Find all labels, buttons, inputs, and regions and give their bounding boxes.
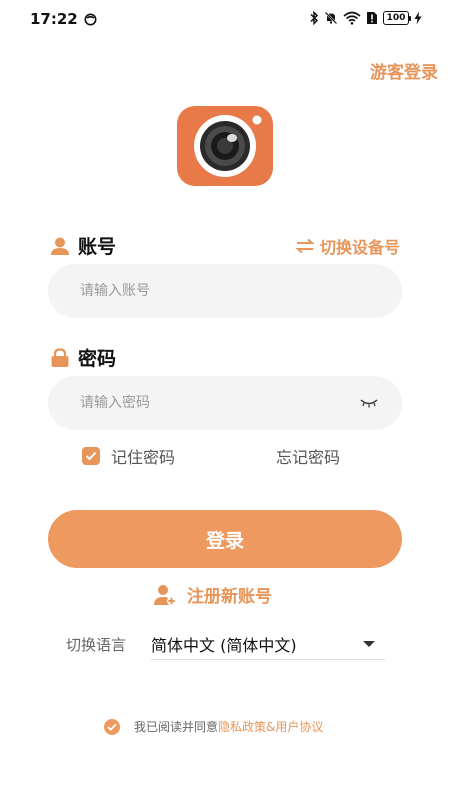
dropdown-arrow-icon bbox=[363, 640, 375, 647]
swap-icon bbox=[295, 238, 314, 254]
login-button[interactable]: 登录 bbox=[48, 510, 402, 568]
camera-icon bbox=[194, 115, 262, 177]
battery-icon: 100 bbox=[383, 11, 411, 25]
battery-level: 100 bbox=[386, 12, 406, 23]
agreement-text: 我已阅读并同意隐私政策&用户协议 bbox=[134, 718, 323, 735]
guest-login-link[interactable]: 游客登录 bbox=[370, 58, 438, 83]
switch-device-button[interactable]: 切换设备号 bbox=[295, 234, 400, 258]
wifi-icon bbox=[343, 11, 361, 25]
account-input[interactable] bbox=[48, 264, 402, 318]
add-user-icon bbox=[154, 584, 176, 605]
language-selected-value: 简体中文 (简体中文) bbox=[151, 635, 297, 655]
register-button[interactable]: 注册新账号 bbox=[153, 582, 272, 607]
forgot-password-link[interactable]: 忘记密码 bbox=[276, 444, 340, 468]
register-label: 注册新账号 bbox=[187, 587, 272, 607]
user-icon bbox=[51, 237, 69, 255]
account-label-text: 账号 bbox=[78, 236, 117, 258]
app-logo bbox=[177, 106, 273, 186]
eye-closed-icon[interactable] bbox=[360, 398, 378, 408]
account-label: 账号 bbox=[50, 232, 116, 259]
agreement: 我已阅读并同意隐私政策&用户协议 bbox=[104, 718, 323, 735]
agreement-prefix: 我已阅读并同意 bbox=[134, 720, 219, 734]
password-input[interactable] bbox=[48, 376, 402, 430]
privacy-policy-link[interactable]: 隐私政策&用户协议 bbox=[218, 720, 323, 734]
checkbox-checked-icon bbox=[82, 447, 100, 465]
bluetooth-icon bbox=[310, 11, 319, 25]
status-bar: 17:22 100 bbox=[0, 0, 450, 40]
charging-icon bbox=[414, 11, 422, 25]
sim-alert-icon bbox=[367, 12, 377, 24]
status-time: 17:22 bbox=[30, 10, 78, 28]
remember-password-label: 记住密码 bbox=[111, 448, 176, 467]
language-label: 切换语言 bbox=[66, 636, 127, 654]
moon-icon bbox=[84, 13, 97, 26]
agreement-checkbox[interactable] bbox=[104, 718, 120, 735]
password-label: 密码 bbox=[50, 344, 116, 371]
language-select[interactable]: 简体中文 (简体中文) bbox=[151, 628, 385, 660]
remember-password-checkbox[interactable]: 记住密码 bbox=[82, 444, 175, 468]
lock-icon bbox=[51, 347, 69, 367]
password-label-text: 密码 bbox=[78, 348, 117, 370]
switch-device-label: 切换设备号 bbox=[319, 238, 400, 257]
status-icons: 100 bbox=[309, 11, 422, 25]
mute-icon bbox=[324, 11, 338, 25]
